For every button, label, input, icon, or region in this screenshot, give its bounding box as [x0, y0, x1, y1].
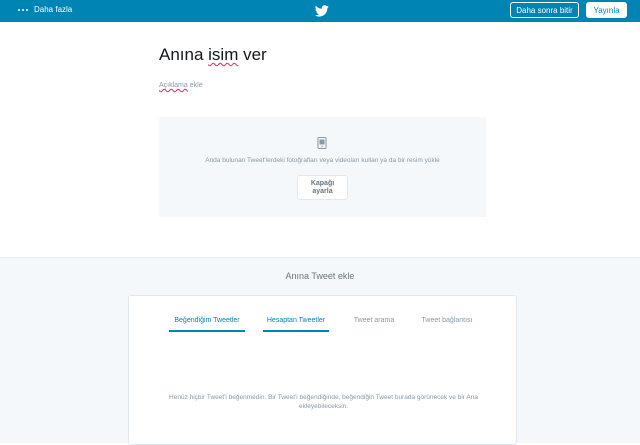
tab-tweet-search[interactable]: Tweet arama [349, 317, 399, 324]
title-word: isim [208, 45, 239, 64]
more-label: Daha fazla [34, 5, 73, 14]
cover-area: Anda bulunan Tweet'lerdeki fotoğrafları … [159, 117, 486, 217]
media-phone-icon [317, 137, 327, 149]
tab-account-tweets[interactable]: Hesaptan Tweetler [263, 317, 329, 332]
moment-description-input[interactable]: Açıklama ekle [159, 82, 203, 89]
tab-search-label: Tweet arama [353, 317, 395, 324]
tab-account-underline [263, 330, 329, 332]
set-cover-line2: ayarla [312, 187, 333, 195]
tab-liked-tweets[interactable]: Beğendiğim Tweetler [169, 317, 245, 332]
title-pre: Anına [159, 45, 209, 64]
empty-line2: ekleyebileceksin. [298, 403, 349, 410]
empty-line1: Henüz hiçbir Tweet'i beğenmedin. Bir Twe… [169, 394, 478, 401]
top-bar: Daha fazla Daha sonra bitir Yayınla [0, 0, 640, 22]
cover-hint: Anda bulunan Tweet'lerdeki fotoğrafları … [205, 157, 440, 164]
description-word: Açıklama [159, 82, 188, 89]
moment-title-input[interactable]: Anına isim ver [159, 45, 267, 65]
publish-button[interactable]: Yayınla [586, 2, 627, 18]
title-post: ver [238, 45, 267, 64]
tab-liked-label: Beğendiğim Tweetler [174, 317, 240, 324]
tweets-panel: Beğendiğim Tweetler Hesaptan Tweetler Tw… [128, 295, 517, 445]
more-menu[interactable]: Daha fazla [18, 5, 72, 14]
add-tweets-heading: Anına Tweet ekle [285, 271, 355, 281]
twitter-bird-icon [315, 5, 329, 17]
more-dots-icon [18, 8, 28, 11]
finish-later-button[interactable]: Daha sonra bitir [510, 2, 579, 18]
set-cover-button[interactable]: Kapağı ayarla [297, 175, 348, 200]
empty-state-message: Henüz hiçbir Tweet'i beğenmedin. Bir Twe… [139, 393, 508, 411]
set-cover-line1: Kapağı [310, 179, 335, 187]
tab-account-label: Hesaptan Tweetler [266, 317, 326, 324]
description-post: ekle [187, 82, 203, 89]
tab-liked-underline [169, 330, 245, 332]
add-tweets-section: Anına Tweet ekle Beğendiğim Tweetler Hes… [0, 257, 640, 445]
tab-link-label: Tweet bağlantısı [421, 317, 473, 324]
tab-tweet-link[interactable]: Tweet bağlantısı [416, 317, 478, 324]
